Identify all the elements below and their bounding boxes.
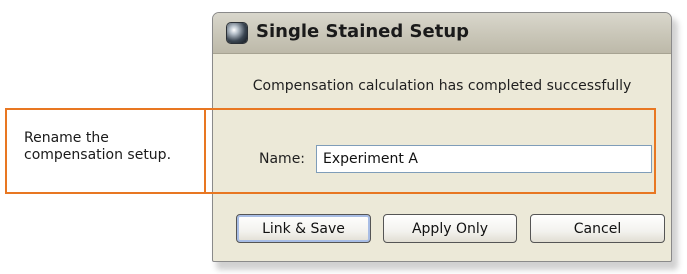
dialog-title: Single Stained Setup bbox=[256, 21, 470, 42]
callout-line-2: compensation setup. bbox=[24, 147, 172, 163]
title-bar[interactable]: Single Stained Setup bbox=[213, 13, 671, 54]
status-message: Compensation calculation has completed s… bbox=[252, 78, 632, 94]
callout-text: Rename the compensation setup. bbox=[24, 130, 204, 164]
name-field[interactable] bbox=[316, 145, 652, 173]
link-save-button[interactable]: Link & Save bbox=[236, 214, 371, 243]
name-label: Name: bbox=[259, 151, 306, 167]
callout-divider bbox=[204, 108, 206, 194]
apply-only-button[interactable]: Apply Only bbox=[383, 214, 517, 243]
callout-line-1: Rename the bbox=[24, 130, 109, 146]
app-logo-icon bbox=[227, 23, 247, 43]
single-stained-setup-dialog: Single Stained Setup Compensation calcul… bbox=[212, 12, 672, 262]
cancel-button[interactable]: Cancel bbox=[530, 214, 665, 243]
